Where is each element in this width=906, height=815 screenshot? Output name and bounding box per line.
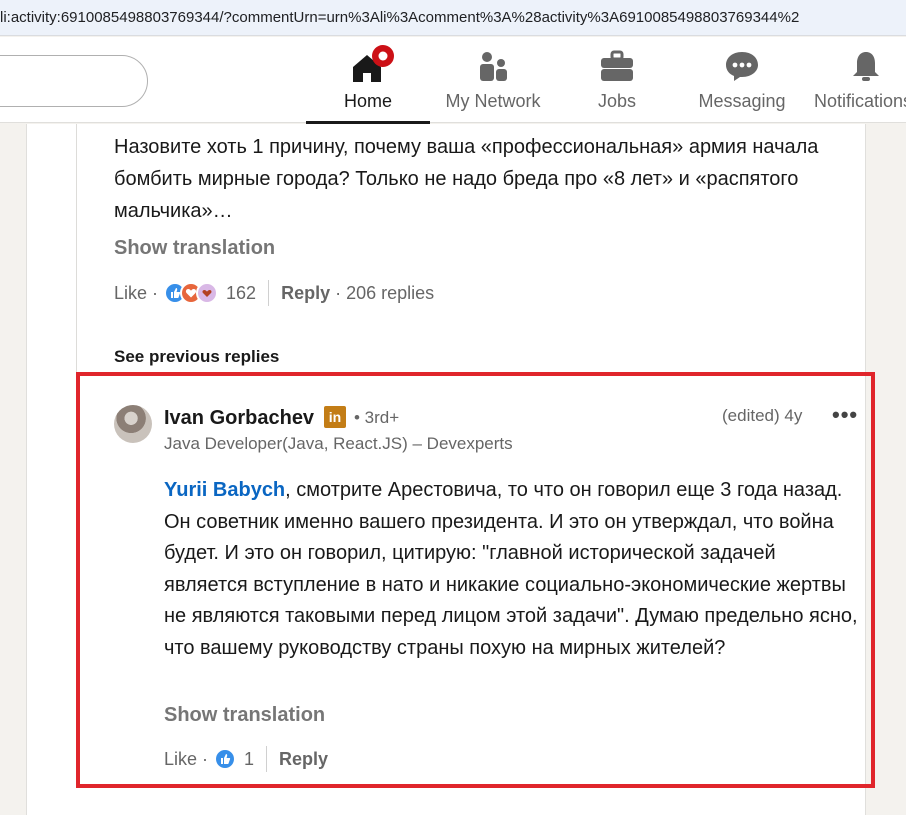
nav-notifications-label: Notifications	[814, 91, 906, 111]
top-navigation: Home My Network Jobs Messaging Notificat…	[0, 37, 906, 124]
nav-home-label: Home	[343, 91, 392, 111]
like-button[interactable]: Like	[114, 283, 147, 304]
nav-messaging-label: Messaging	[698, 91, 786, 111]
show-translation-button[interactable]: Show translation	[114, 237, 275, 260]
url-text: li:activity:6910085498803769344/?comment…	[0, 9, 800, 26]
reply-author-name[interactable]: Ivan Gorbachev	[164, 407, 314, 430]
see-previous-replies-button[interactable]: See previous replies	[114, 347, 279, 367]
search-input[interactable]	[0, 55, 148, 107]
comment-timestamp: (edited) 4y	[722, 406, 803, 425]
like-button-reply[interactable]: Like	[164, 749, 197, 770]
mention-link[interactable]: Yurii Babych	[164, 479, 285, 501]
separator-dot: ·	[330, 282, 347, 303]
reply-button[interactable]: Reply	[281, 283, 330, 304]
support-reaction-icon	[196, 282, 219, 304]
linkedin-premium-icon: in	[324, 406, 346, 428]
reply-body: , смотрите Арестовича, то что он говорил…	[164, 479, 858, 659]
network-icon	[476, 50, 510, 87]
nav-home[interactable]: Home	[306, 45, 430, 124]
reply-actions: Like · 1 Reply	[164, 746, 328, 772]
briefcase-icon	[600, 50, 634, 87]
action-separator	[268, 280, 270, 306]
separator-dot: ·	[147, 282, 159, 303]
messaging-icon	[724, 50, 760, 87]
reactions-icons[interactable]	[164, 282, 219, 304]
nav-my-network-label: My Network	[445, 91, 541, 111]
avatar[interactable]	[114, 405, 152, 443]
separator-dot: ·	[197, 748, 209, 769]
like-reaction-icon	[214, 748, 237, 770]
connection-degree: • 3rd+	[354, 408, 400, 427]
nav-my-network[interactable]: My Network	[438, 49, 548, 123]
reply-button-reply[interactable]: Reply	[279, 749, 328, 770]
reaction-count[interactable]: 162	[226, 283, 256, 304]
reaction-count-reply[interactable]: 1	[244, 749, 254, 770]
bell-icon	[850, 50, 882, 87]
parent-comment-actions: Like · 162 Reply · 206 replies	[114, 280, 434, 306]
address-bar[interactable]: li:activity:6910085498803769344/?comment…	[0, 0, 906, 36]
home-icon	[351, 45, 394, 84]
more-options-icon[interactable]: •••	[832, 402, 858, 428]
action-separator	[266, 746, 268, 772]
reply-comment-text: Yurii Babych, смотрите Арестовича, то чт…	[164, 475, 864, 664]
reactions-icons-reply[interactable]	[214, 748, 237, 770]
author-headline: Java Developer(Java, React.JS) – Devexpe…	[164, 434, 513, 453]
replies-count-link[interactable]: 206 replies	[346, 283, 434, 304]
parent-comment-text: Назовите хоть 1 причину, почему ваша «пр…	[114, 136, 819, 222]
nav-jobs-label: Jobs	[597, 91, 637, 111]
nav-notifications[interactable]: Notifications	[814, 49, 906, 123]
nav-messaging[interactable]: Messaging	[692, 49, 792, 123]
thread-line	[76, 124, 77, 374]
nav-jobs[interactable]: Jobs	[578, 49, 656, 123]
show-translation-button-reply[interactable]: Show translation	[164, 704, 325, 727]
